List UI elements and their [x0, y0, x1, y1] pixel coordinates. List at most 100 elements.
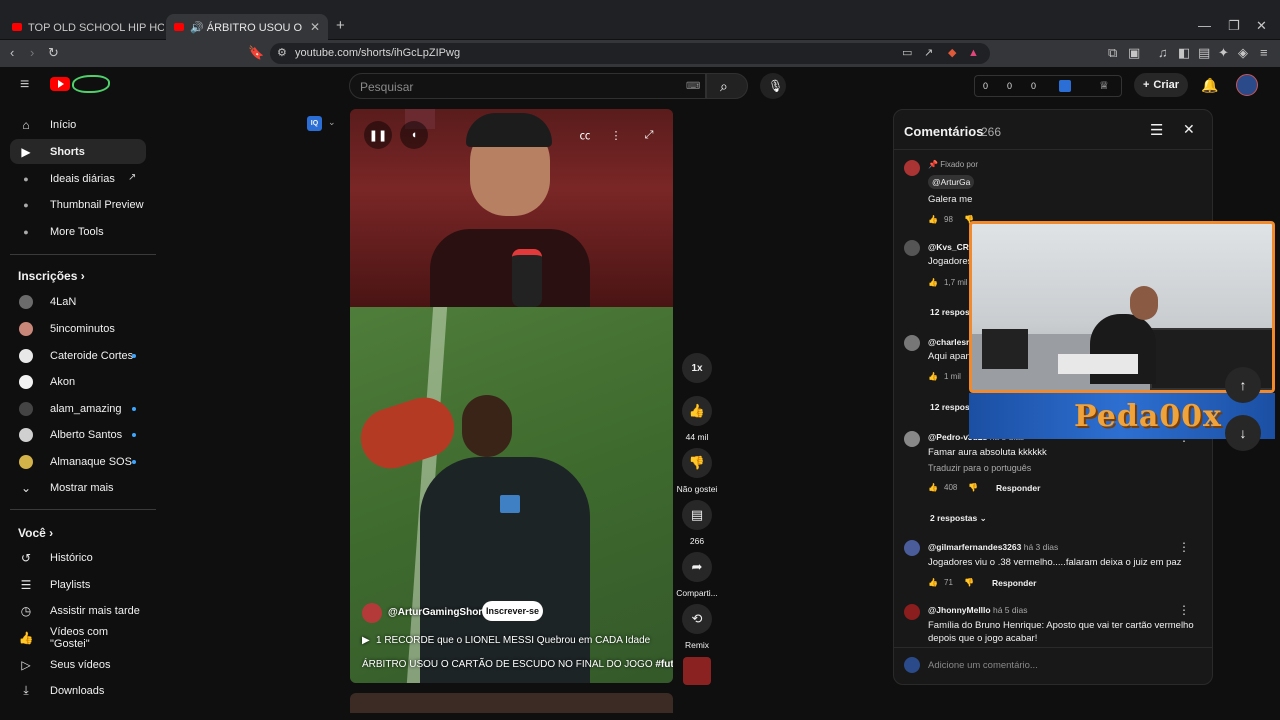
extensions-icon[interactable]: ⧉ — [1108, 46, 1117, 60]
tab-hiphop[interactable]: TOP OLD SCHOOL HIP HOP 🔥 50 Cc — [4, 14, 164, 40]
like-button[interactable]: 👍 — [682, 396, 712, 426]
close-icon[interactable]: ✕ — [1183, 121, 1195, 138]
share-icon[interactable]: ↗ — [924, 46, 933, 60]
create-button[interactable]: + Criar — [1134, 73, 1188, 97]
comment-author[interactable]: @charlesr — [928, 337, 969, 347]
short-video-player[interactable]: ❚❚ ◖ ㏄ ⋮ ⤢ @ArturGamingShorts Inscrever-… — [350, 109, 673, 683]
subscription-item[interactable]: Cateroide Cortes — [10, 343, 146, 368]
avatar[interactable] — [904, 160, 920, 176]
sidebar-item-shorts[interactable]: ▶ Shorts — [10, 139, 146, 164]
replies-toggle[interactable]: 2 respostas ⌄ — [930, 513, 987, 524]
comment-author[interactable]: @JhonnyMelllo há 5 dias — [928, 605, 1027, 615]
sidebar-item-your-videos[interactable]: ▷ Seus vídeos — [10, 652, 146, 677]
notifications-bell-icon[interactable]: 🔔 — [1201, 78, 1218, 92]
sidebar-item-ideias[interactable]: ● Ideais diárias ↗ — [10, 166, 146, 191]
remix-button[interactable]: ⟲ — [682, 604, 712, 634]
new-tab-button[interactable]: + — [336, 18, 345, 33]
site-info-icon[interactable]: ⚙ — [277, 46, 287, 60]
dislike-button[interactable]: 👎 — [682, 448, 712, 478]
sidebar-item-thumbnail-preview[interactable]: ● Thumbnail Preview — [10, 192, 146, 217]
comment-author[interactable]: @gilmarfernandes3263 há 3 dias — [928, 542, 1058, 552]
next-short-preview[interactable] — [350, 693, 673, 713]
wallet-icon[interactable]: ▤ — [1198, 46, 1210, 60]
captions-button[interactable]: ㏄ — [571, 121, 599, 149]
channel-name[interactable]: @ArturGamingShorts — [388, 607, 491, 618]
forward-icon[interactable]: › — [30, 46, 34, 60]
tab-arbitro[interactable]: 🔊 ÁRBITRO USOU O CARTÃO D ✕ — [166, 14, 328, 40]
avatar[interactable] — [904, 540, 920, 556]
comment-author[interactable]: @ArturGa — [928, 175, 975, 189]
chevron-down-icon[interactable]: ⌄ — [328, 117, 336, 128]
leo-icon[interactable]: ✦ — [1218, 46, 1229, 60]
video-title[interactable]: ÁRBITRO USOU O CARTÃO DE ESCUDO NO FINAL… — [362, 659, 673, 670]
share-button[interactable]: ➦ — [682, 552, 712, 582]
replies-toggle[interactable]: 12 respos — [930, 307, 970, 317]
search-input[interactable]: Pesquisar ⌨ — [349, 73, 706, 99]
comment-author[interactable]: @Kvs_CRF — [928, 242, 974, 252]
show-more-button[interactable]: ⌄ Mostrar mais — [10, 475, 146, 500]
sidebar-item-watch-later[interactable]: ◷ Assistir mais tarde — [10, 598, 146, 623]
subscription-item[interactable]: Alberto Santos — [10, 422, 146, 447]
trophy-icon[interactable]: ♕ — [1099, 79, 1109, 92]
channel-avatar[interactable] — [362, 603, 382, 623]
like-icon[interactable]: 👍 — [928, 483, 938, 492]
next-short-button[interactable]: ↓ — [1225, 415, 1261, 451]
voice-search-button[interactable]: 🎙 — [760, 73, 786, 99]
related-video-link[interactable]: 1 RECORDE que o LIONEL MESSI Quebrou em … — [376, 635, 650, 646]
more-options-icon[interactable]: ⋮ — [602, 121, 630, 149]
subscription-item[interactable]: 4LaN — [10, 289, 146, 314]
brave-shield-icon[interactable]: ◆ — [948, 46, 956, 60]
menu-icon[interactable]: ≡ — [1260, 46, 1268, 60]
like-icon[interactable]: 👍 — [928, 578, 938, 587]
youtube-logo-icon[interactable] — [50, 77, 70, 91]
search-button[interactable]: ⌕ — [706, 73, 748, 99]
sidebar-toggle-icon[interactable]: ▣ — [1128, 46, 1140, 60]
avatar[interactable] — [1236, 74, 1258, 96]
avatar[interactable] — [904, 240, 920, 256]
rewards-icon[interactable]: ▲ — [968, 46, 979, 60]
sidebar-item-history[interactable]: ↺ Histórico — [10, 545, 146, 570]
dislike-icon[interactable]: 👎 — [964, 578, 974, 587]
close-tab-icon[interactable]: ✕ — [304, 20, 320, 34]
reply-button[interactable]: Responder — [996, 483, 1040, 493]
subscription-item[interactable]: 5incominutos — [10, 316, 146, 341]
video-hashtag[interactable]: #futebol ... — [655, 659, 673, 670]
sidebar-item-home[interactable]: ⌂ Início — [10, 112, 146, 137]
comments-button[interactable]: ▤ — [682, 500, 712, 530]
sidebar-item-downloads[interactable]: ⤓ Downloads — [10, 678, 146, 703]
previous-short-button[interactable]: ↑ — [1225, 367, 1261, 403]
like-icon[interactable]: 👍 — [928, 278, 938, 287]
sidebar-item-more-tools[interactable]: ● More Tools — [10, 219, 146, 244]
translate-link[interactable]: Traduzir para o português — [928, 463, 1031, 473]
subscribe-button[interactable]: Inscrever-se — [482, 601, 543, 621]
dislike-icon[interactable]: 👎 — [968, 483, 978, 492]
avatar[interactable] — [904, 335, 920, 351]
sort-icon[interactable]: ☰ — [1150, 121, 1163, 139]
sidebar-item-playlists[interactable]: ☰ Playlists — [10, 572, 146, 597]
iq-extension-icon[interactable] — [1059, 80, 1071, 92]
minimize-icon[interactable]: — — [1198, 19, 1211, 33]
url-bar[interactable]: ⚙ youtube.com/shorts/ihGcLpZIPwg ▭ ↗ ◆ ▲ — [270, 43, 990, 64]
avatar[interactable] — [904, 431, 920, 447]
cast-icon[interactable]: ▭ — [902, 46, 912, 60]
keyboard-icon[interactable]: ⌨ — [686, 80, 700, 94]
speed-button[interactable]: 1x — [682, 353, 712, 383]
you-heading[interactable]: Você › — [18, 526, 53, 540]
comment-menu-icon[interactable]: ⋮ — [1178, 603, 1190, 617]
iq-badge[interactable]: IQ — [307, 116, 322, 131]
hamburger-menu-icon[interactable]: ≡ — [20, 77, 29, 93]
like-icon[interactable]: 👍 — [928, 215, 938, 224]
subscription-item[interactable]: alam_amazing — [10, 396, 146, 421]
subscription-item[interactable]: Akon — [10, 369, 146, 394]
audio-thumbnail[interactable] — [683, 657, 711, 685]
restore-icon[interactable]: ❐ — [1228, 19, 1240, 33]
back-icon[interactable]: ‹ — [10, 46, 14, 60]
reply-button[interactable]: Responder — [992, 578, 1036, 588]
music-icon[interactable]: ♫ — [1158, 46, 1168, 60]
comment-menu-icon[interactable]: ⋮ — [1178, 540, 1190, 554]
volume-button[interactable]: ◖ — [400, 121, 428, 149]
sidebar-item-liked[interactable]: 👍 Vídeos com "Gostei" — [10, 625, 146, 650]
reload-icon[interactable]: ↻ — [48, 46, 59, 60]
subscriptions-heading[interactable]: Inscrições › — [18, 269, 85, 283]
panel-icon[interactable]: ◧ — [1178, 46, 1190, 60]
